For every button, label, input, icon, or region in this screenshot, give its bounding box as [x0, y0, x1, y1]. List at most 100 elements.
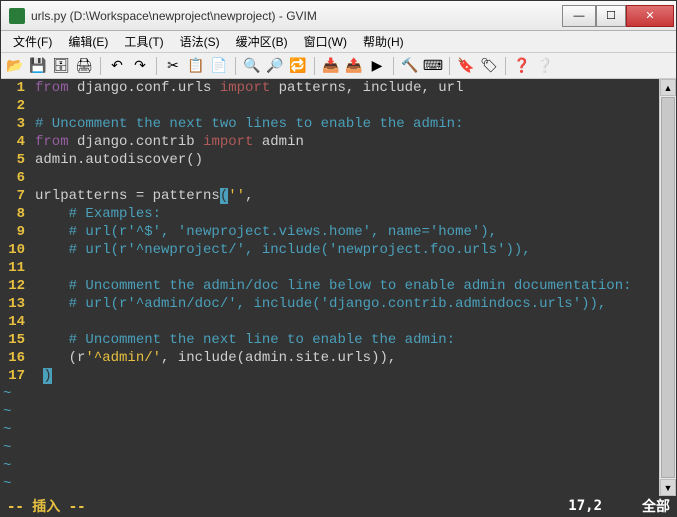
line-content[interactable]: # url(r'^$', 'newproject.views.home', na… [29, 223, 497, 241]
run-script-icon[interactable]: ▶ [367, 56, 387, 76]
line-number: 3 [1, 115, 29, 133]
findhelp-icon[interactable]: ❔ [535, 56, 555, 76]
code-line[interactable]: 3# Uncomment the next two lines to enabl… [1, 115, 659, 133]
menu-edit[interactable]: 编辑(E) [60, 31, 116, 52]
saveall-icon[interactable]: 🗄 [51, 56, 71, 76]
open-icon[interactable]: 📂 [5, 56, 25, 76]
code-editor[interactable]: 1from django.conf.urls import patterns, … [1, 79, 659, 496]
vertical-scrollbar[interactable]: ▲ ▼ [659, 79, 676, 496]
status-position: 17,2 [568, 498, 602, 514]
line-content[interactable]: # Uncomment the next two lines to enable… [29, 115, 463, 133]
code-line[interactable]: 10 # url(r'^newproject/', include('newpr… [1, 241, 659, 259]
editor-area: 1from django.conf.urls import patterns, … [1, 79, 676, 496]
session-save-icon[interactable]: 📤 [344, 56, 364, 76]
line-number: 6 [1, 169, 29, 187]
line-content[interactable] [29, 169, 35, 187]
line-number: 4 [1, 133, 29, 151]
empty-line-tilde: ~ [1, 439, 659, 457]
shell-icon[interactable]: ⌨ [423, 56, 443, 76]
menu-help[interactable]: 帮助(H) [355, 31, 412, 52]
statusbar: -- 插入 -- 17,2 全部 [1, 496, 676, 516]
menu-buffers[interactable]: 缓冲区(B) [228, 31, 296, 52]
line-number: 9 [1, 223, 29, 241]
code-line[interactable]: 15 # Uncomment the next line to enable t… [1, 331, 659, 349]
line-content[interactable]: (r'^admin/', include(admin.site.urls)), [29, 349, 396, 367]
close-button[interactable]: ✕ [626, 5, 674, 27]
empty-line-tilde: ~ [1, 421, 659, 439]
scrollbar-thumb[interactable] [661, 97, 675, 478]
maximize-button[interactable]: ☐ [596, 5, 626, 27]
empty-line-tilde: ~ [1, 475, 659, 493]
code-line[interactable]: 9 # url(r'^$', 'newproject.views.home', … [1, 223, 659, 241]
tag-jump-icon[interactable]: 🔖 [456, 56, 476, 76]
empty-line-tilde: ~ [1, 457, 659, 475]
line-number: 14 [1, 313, 29, 331]
app-window: urls.py (D:\Workspace\newproject\newproj… [0, 0, 677, 517]
line-content[interactable]: # url(r'^newproject/', include('newproje… [29, 241, 531, 259]
window-buttons: — ☐ ✕ [562, 5, 674, 27]
line-content[interactable]: # Examples: [29, 205, 161, 223]
code-line[interactable]: 7urlpatterns = patterns('', [1, 187, 659, 205]
make-icon[interactable]: 🔨 [400, 56, 420, 76]
code-line[interactable]: 4from django.contrib import admin [1, 133, 659, 151]
paste-icon[interactable]: 📄 [209, 56, 229, 76]
line-content[interactable] [29, 259, 35, 277]
code-line[interactable]: 12 # Uncomment the admin/doc line below … [1, 277, 659, 295]
menubar: 文件(F) 编辑(E) 工具(T) 语法(S) 缓冲区(B) 窗口(W) 帮助(… [1, 31, 676, 53]
find-icon[interactable]: 🔍 [242, 56, 262, 76]
line-content[interactable]: ) [29, 367, 52, 385]
redo-icon[interactable]: ↷ [130, 56, 150, 76]
toolbar-separator [505, 57, 506, 75]
empty-line-tilde: ~ [1, 385, 659, 403]
line-content[interactable]: # Uncomment the next line to enable the … [29, 331, 455, 349]
scroll-up-icon[interactable]: ▲ [660, 79, 676, 96]
line-content[interactable] [29, 97, 35, 115]
replace-icon[interactable]: 🔁 [288, 56, 308, 76]
undo-icon[interactable]: ↶ [107, 56, 127, 76]
line-number: 8 [1, 205, 29, 223]
line-content[interactable]: admin.autodiscover() [29, 151, 203, 169]
code-line[interactable]: 2 [1, 97, 659, 115]
window-title: urls.py (D:\Workspace\newproject\newproj… [31, 9, 562, 23]
line-content[interactable]: from django.contrib import admin [29, 133, 304, 151]
line-number: 5 [1, 151, 29, 169]
cut-icon[interactable]: ✂ [163, 56, 183, 76]
line-content[interactable]: urlpatterns = patterns('', [29, 187, 253, 205]
code-line[interactable]: 6 [1, 169, 659, 187]
line-number: 2 [1, 97, 29, 115]
toolbar-separator [449, 57, 450, 75]
session-load-icon[interactable]: 📥 [321, 56, 341, 76]
toolbar-separator [235, 57, 236, 75]
code-line[interactable]: 11 [1, 259, 659, 277]
minimize-button[interactable]: — [562, 5, 596, 27]
menu-tools[interactable]: 工具(T) [116, 31, 171, 52]
toolbar: 📂 💾 🗄 🖨 ↶ ↷ ✂ 📋 📄 🔍 🔎 🔁 📥 📤 ▶ 🔨 ⌨ 🔖 🏷 ❓ … [1, 53, 676, 79]
line-number: 12 [1, 277, 29, 295]
tag-back-icon[interactable]: 🏷 [479, 56, 499, 76]
code-line[interactable]: 5admin.autodiscover() [1, 151, 659, 169]
scroll-down-icon[interactable]: ▼ [660, 479, 676, 496]
line-number: 15 [1, 331, 29, 349]
code-line[interactable]: 17 ) [1, 367, 659, 385]
menu-syntax[interactable]: 语法(S) [172, 31, 228, 52]
app-icon [9, 8, 25, 24]
copy-icon[interactable]: 📋 [186, 56, 206, 76]
empty-line-tilde: ~ [1, 403, 659, 421]
code-line[interactable]: 13 # url(r'^admin/doc/', include('django… [1, 295, 659, 313]
line-content[interactable]: # url(r'^admin/doc/', include('django.co… [29, 295, 606, 313]
toolbar-separator [314, 57, 315, 75]
menu-file[interactable]: 文件(F) [5, 31, 60, 52]
findnext-icon[interactable]: 🔎 [265, 56, 285, 76]
code-line[interactable]: 1from django.conf.urls import patterns, … [1, 79, 659, 97]
line-content[interactable]: from django.conf.urls import patterns, i… [29, 79, 464, 97]
line-content[interactable]: # Uncomment the admin/doc line below to … [29, 277, 632, 295]
code-line[interactable]: 8 # Examples: [1, 205, 659, 223]
menu-window[interactable]: 窗口(W) [296, 31, 355, 52]
save-icon[interactable]: 💾 [28, 56, 48, 76]
titlebar[interactable]: urls.py (D:\Workspace\newproject\newproj… [1, 1, 676, 31]
print-icon[interactable]: 🖨 [74, 56, 94, 76]
help-icon[interactable]: ❓ [512, 56, 532, 76]
code-line[interactable]: 16 (r'^admin/', include(admin.site.urls)… [1, 349, 659, 367]
code-line[interactable]: 14 [1, 313, 659, 331]
line-content[interactable] [29, 313, 35, 331]
